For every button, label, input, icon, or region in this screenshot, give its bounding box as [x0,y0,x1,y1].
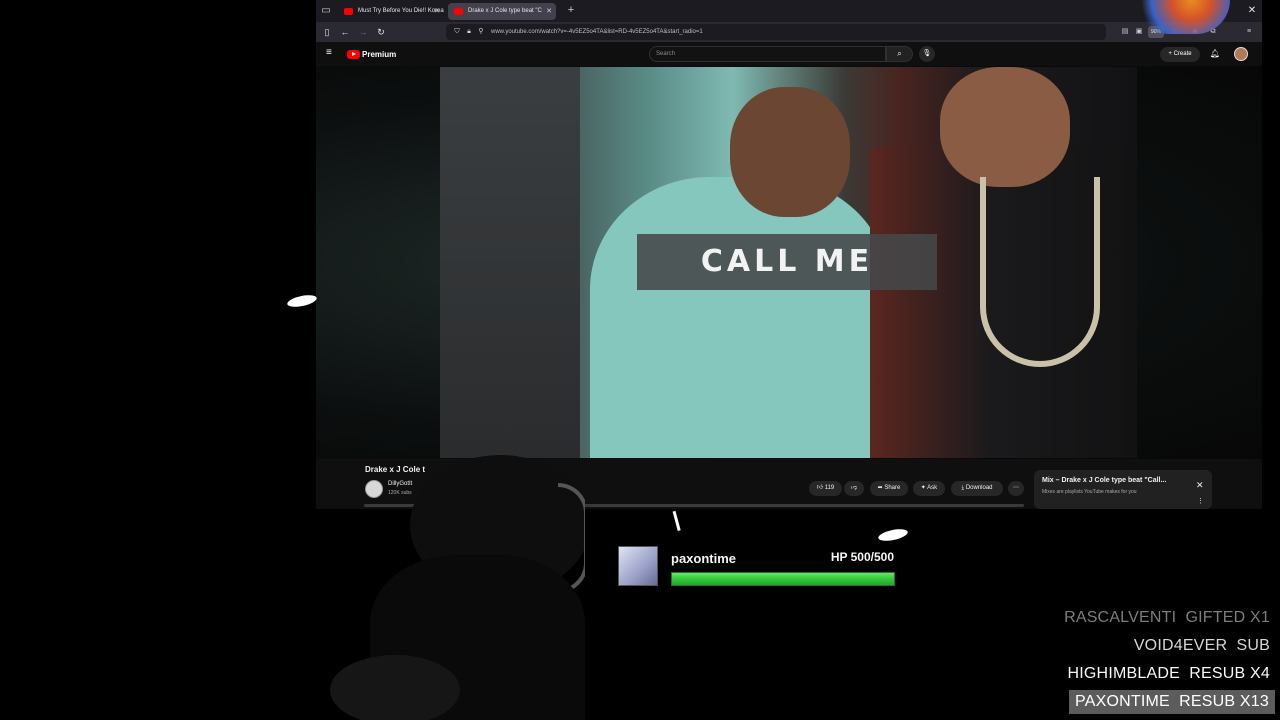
create-label: Create [1173,51,1192,57]
tab-drake-video[interactable]: Drake x J Cole type beat "C ✕ [448,3,556,20]
permissions-icon[interactable]: ⚲ [476,26,486,38]
account-avatar[interactable] [1234,47,1248,61]
url-text: www.youtube.com/watch?v=-4v5EZ5o4TA&list… [491,29,703,35]
share-button[interactable]: ➦ Share [870,481,908,496]
hp-player-name: paxontime [671,551,737,566]
teal-shirt-figure [590,177,890,458]
like-button[interactable]: 👍︎ 119 [809,481,842,496]
youtube-header: ≡ Premium Search ⌕ 🎙︎ + Create 🔔︎ [316,42,1262,66]
notifications-bell-icon[interactable]: 🔔︎ [1209,48,1221,60]
alert-line: VOID4EVER SUB [1133,637,1270,654]
forward-icon[interactable]: → [356,25,370,39]
search-icon: ⌕ [897,49,902,58]
cursor-mark [672,509,688,531]
new-tab-button[interactable]: + [564,3,578,18]
ask-label: Ask [927,485,938,491]
title-banner: CALL ME [637,234,937,290]
url-bar[interactable]: ⛉ 🔒︎ ⚲ www.youtube.com/watch?v=-4v5EZ5o4… [446,24,1106,40]
create-button[interactable]: + Create [1160,47,1200,62]
shield-icon[interactable]: ⛉ [452,26,462,38]
viewer-avatar [618,546,658,586]
webcam-overlay [270,445,585,720]
mix-subtitle: Mixes are playlists YouTube makes for yo… [1042,489,1137,495]
lock-icon[interactable]: 🔒︎ [464,26,474,38]
nav-bar: ▯ ← → ↻ ⛉ 🔒︎ ⚲ www.youtube.com/watch?v=-… [316,22,1262,42]
video-left-figure [440,67,580,458]
youtube-favicon-icon [454,8,463,15]
thumbs-down-icon: 👎︎ [850,485,858,491]
face-figure-right [940,67,1070,187]
search-input[interactable]: Search [649,46,886,62]
close-tab-icon[interactable]: ✕ [546,3,552,20]
search-button[interactable]: ⌕ [886,46,913,62]
close-mix-icon[interactable]: ✕ [1196,480,1204,491]
close-window-icon[interactable]: ✕ [1243,3,1261,18]
more-horizontal-icon: ⋯ [1013,485,1019,491]
download-icon: ⤓ [961,485,965,491]
microphone-icon: 🎙︎ [922,50,932,57]
sidebar-toggle-icon[interactable]: ▯ [320,25,334,39]
cursor-blob-right [877,526,909,544]
alert-line: RASCALVENTI GIFTED X1 [1064,609,1270,626]
picture-in-picture-icon[interactable]: ▣ [1134,27,1144,37]
face-figure-left [730,87,850,217]
share-label: Share [884,485,901,491]
alert-line: HIGHIMBLADE RESUB X4 [1067,665,1270,682]
browser-window: ▭ Must Try Before You Die!! Korea ✕ Drak… [316,0,1262,509]
tab-label: Drake x J Cole type beat "C [468,8,542,14]
tab-bar: ▭ Must Try Before You Die!! Korea ✕ Drak… [316,0,1262,22]
cursor-blob-left [286,292,318,310]
mix-playlist-card[interactable]: Mix – Drake x J Cole type beat "Call... … [1034,470,1212,509]
download-button[interactable]: ⤓ Download [951,481,1003,496]
more-vertical-icon[interactable]: ⋮ [1197,497,1204,505]
youtube-logo-icon[interactable] [347,50,360,59]
tab-label: Must Try Before You Die!! Korea [358,8,444,14]
back-icon[interactable]: ← [338,25,352,39]
reload-icon[interactable]: ↻ [374,25,388,39]
search-placeholder: Search [656,51,676,57]
mix-title[interactable]: Mix – Drake x J Cole type beat "Call... [1042,477,1166,484]
more-actions-button[interactable]: ⋯ [1008,481,1024,496]
tab-korea[interactable]: Must Try Before You Die!! Korea ✕ [338,3,444,20]
youtube-favicon-icon [344,8,353,15]
voice-search-button[interactable]: 🎙︎ [919,46,935,62]
share-icon: ➦ [877,485,883,491]
like-count: 119 [824,485,835,491]
tab-list-icon[interactable]: ▭ [319,4,333,18]
chain-necklace [980,177,1100,367]
hamburger-menu-icon[interactable]: ≡ [326,48,336,58]
hp-bar [671,572,895,586]
video-overlay-text: CALL ME [700,244,874,279]
hp-label: HP 500/500 [830,550,894,564]
thumbs-up-icon: 👍︎ [816,485,824,491]
menu-icon[interactable]: ≡ [1244,27,1254,37]
dislike-button[interactable]: 👎︎ [844,481,864,496]
ask-button[interactable]: ✦ Ask [913,481,945,496]
close-tab-icon[interactable]: ✕ [434,3,440,20]
reader-view-icon[interactable]: ▤ [1120,27,1130,37]
stream-canvas: ▭ Must Try Before You Die!! Korea ✕ Drak… [0,0,1280,720]
hp-bar-fill [672,573,894,585]
alert-line-highlighted: PAXONTIME RESUB X13 [1069,690,1275,714]
youtube-brand-label[interactable]: Premium [362,48,396,61]
download-label: Download [965,485,993,491]
microphone-silhouette [330,655,460,720]
video-player[interactable]: CALL ME [440,67,1137,458]
sparkle-icon: ✦ [920,485,926,491]
